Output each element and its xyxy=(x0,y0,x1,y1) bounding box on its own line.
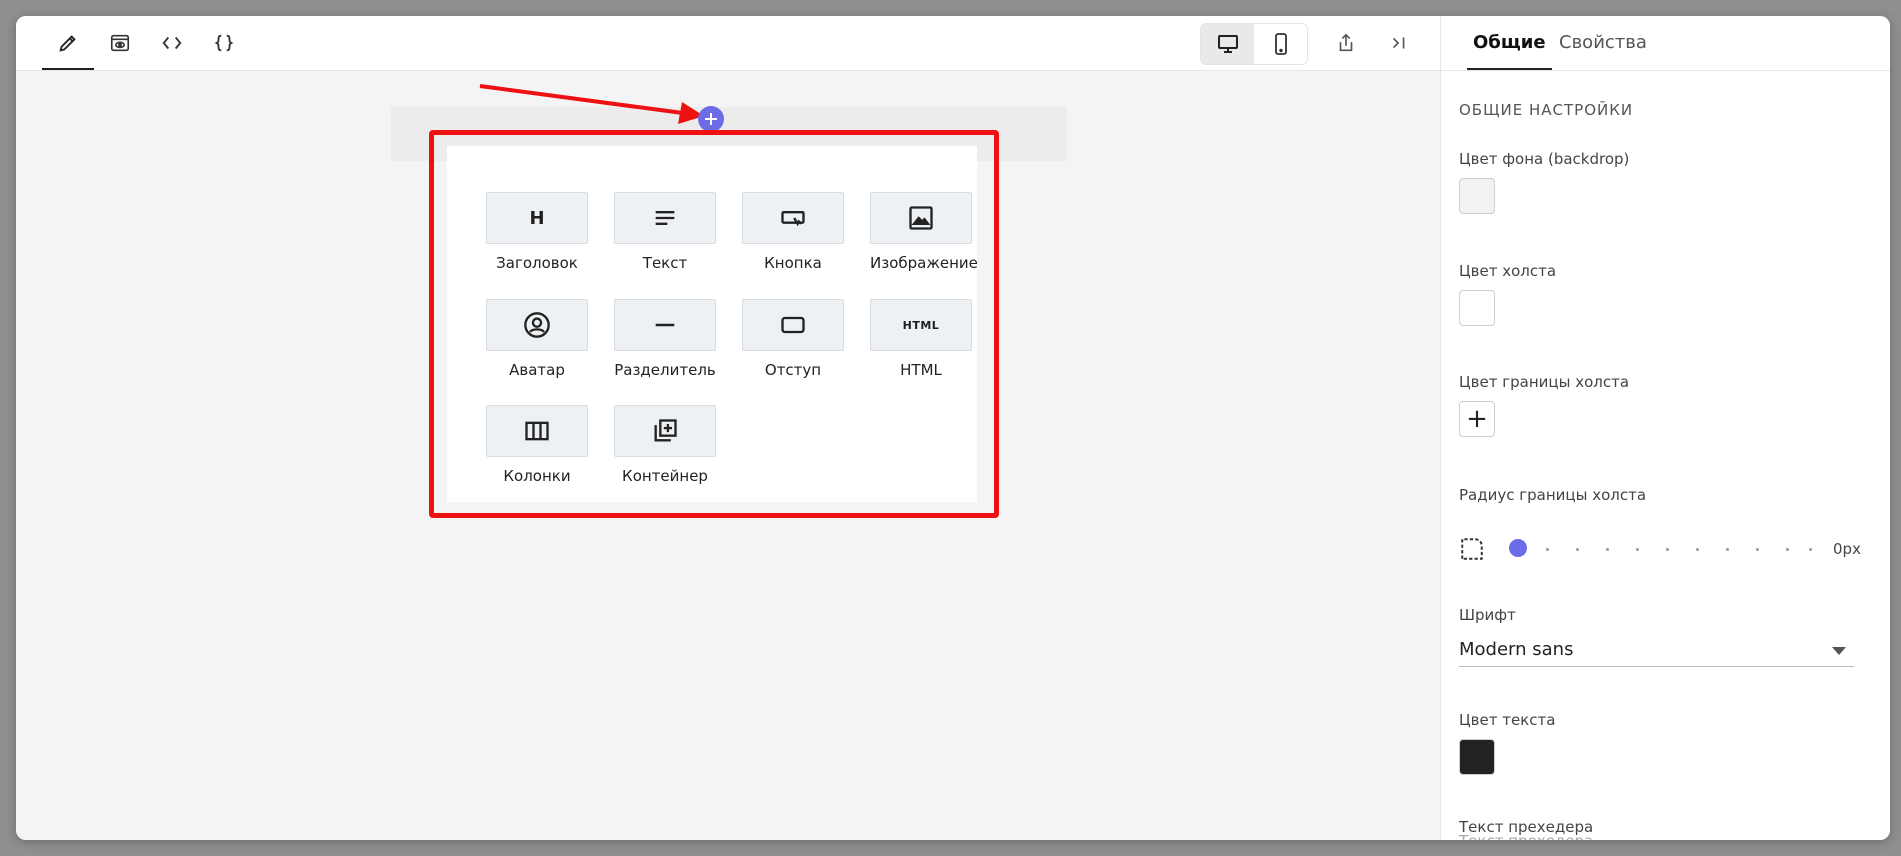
block-columns[interactable]: Колонки xyxy=(486,405,588,485)
slider-tick xyxy=(1809,548,1812,551)
block-label: HTML xyxy=(900,361,942,379)
image-icon xyxy=(909,206,933,230)
block-tile xyxy=(486,299,588,351)
section-title: ОБЩИЕ НАСТРОЙКИ xyxy=(1459,101,1634,119)
block-label: Кнопка xyxy=(764,254,822,272)
block-button[interactable]: Кнопка xyxy=(742,192,844,272)
slider-tick xyxy=(1786,548,1789,551)
block-label: Контейнер xyxy=(622,467,708,485)
block-label: Колонки xyxy=(503,467,571,485)
slider-tick xyxy=(1726,548,1729,551)
block-html[interactable]: HTML HTML xyxy=(870,299,972,379)
block-tile xyxy=(742,192,844,244)
slider-tick xyxy=(1576,548,1579,551)
sidebar-tabs: Общие Свойства xyxy=(1441,16,1890,71)
columns-icon xyxy=(525,421,549,441)
add-block-button[interactable] xyxy=(698,106,724,132)
radius-value: 0px xyxy=(1833,540,1861,558)
block-tile xyxy=(742,299,844,351)
edit-icon xyxy=(59,35,76,52)
settings-sidebar: Общие Свойства ОБЩИЕ НАСТРОЙКИ Цвет фона… xyxy=(1440,16,1890,840)
backdrop-color-label: Цвет фона (backdrop) xyxy=(1459,150,1630,168)
slider-tick xyxy=(1756,548,1759,551)
canvas-color-label: Цвет холста xyxy=(1459,262,1557,280)
text-color-swatch[interactable] xyxy=(1459,739,1495,775)
tab-properties[interactable]: Свойства xyxy=(1559,16,1647,70)
canvas-border-color-label: Цвет границы холста xyxy=(1459,373,1630,391)
collapse-panel-button[interactable] xyxy=(1373,16,1425,70)
text-icon xyxy=(655,211,675,225)
font-select-value: Modern sans xyxy=(1459,639,1574,660)
eye-icon xyxy=(110,34,130,52)
slider-tick xyxy=(1696,548,1699,551)
html-code-button[interactable] xyxy=(146,16,198,70)
radius-slider-track[interactable] xyxy=(1511,549,1811,551)
json-code-button[interactable] xyxy=(198,16,250,70)
block-text[interactable]: Текст xyxy=(614,192,716,272)
slider-tick xyxy=(1606,548,1609,551)
block-tile xyxy=(614,192,716,244)
desktop-icon xyxy=(1217,35,1238,53)
divider-icon xyxy=(655,323,675,327)
block-picker-popover: H Заголовок Текст Кнопка Изображение Ава… xyxy=(447,146,978,502)
slider-tick xyxy=(1546,548,1549,551)
block-spacer[interactable]: Отступ xyxy=(742,299,844,379)
annotation-arrow xyxy=(479,84,704,124)
share-icon xyxy=(1339,33,1353,52)
block-tile: H xyxy=(486,192,588,244)
edit-mode-button[interactable] xyxy=(42,16,94,70)
preheader-input[interactable]: Текст прехедера xyxy=(1459,832,1593,840)
tab-general[interactable]: Общие xyxy=(1467,16,1552,70)
braces-icon xyxy=(214,34,234,52)
slider-tick xyxy=(1636,548,1639,551)
block-label: Текст xyxy=(642,254,688,272)
mobile-icon xyxy=(1274,33,1287,55)
block-container[interactable]: Контейнер xyxy=(614,405,716,485)
html-icon: HTML xyxy=(902,318,940,332)
font-label: Шрифт xyxy=(1459,606,1516,624)
button-icon xyxy=(781,211,805,227)
desktop-view-button[interactable] xyxy=(1201,24,1254,64)
block-label: Заголовок xyxy=(496,254,578,272)
block-label: Аватар xyxy=(509,361,565,379)
block-tile xyxy=(486,405,588,457)
add-border-color-button[interactable]: + xyxy=(1459,401,1495,437)
block-label: Изображение xyxy=(870,254,978,272)
block-image[interactable]: Изображение xyxy=(870,192,978,272)
editor-toolbar xyxy=(16,16,1440,71)
device-switcher xyxy=(1200,23,1308,65)
block-avatar[interactable]: Аватар xyxy=(486,299,588,379)
code-icon xyxy=(162,36,182,50)
block-tile xyxy=(870,192,972,244)
canvas-color-swatch[interactable] xyxy=(1459,290,1495,326)
block-tile xyxy=(614,405,716,457)
spacer-icon xyxy=(781,316,805,334)
heading-icon: H xyxy=(529,207,545,229)
plus-icon xyxy=(705,113,717,125)
radius-slider-thumb[interactable] xyxy=(1509,539,1527,557)
font-select[interactable]: Modern sans xyxy=(1459,634,1854,667)
block-label: Отступ xyxy=(764,361,822,379)
mobile-view-button[interactable] xyxy=(1254,24,1307,64)
block-divider[interactable]: Разделитель xyxy=(614,299,716,379)
text-color-label: Цвет текста xyxy=(1459,711,1556,729)
block-tile: HTML xyxy=(870,299,972,351)
block-label: Разделитель xyxy=(614,361,716,379)
block-tile xyxy=(614,299,716,351)
container-icon xyxy=(654,419,677,442)
canvas-radius-label: Радиус границы холста xyxy=(1459,486,1647,504)
avatar-icon xyxy=(524,312,550,338)
backdrop-color-swatch[interactable] xyxy=(1459,178,1495,214)
export-button[interactable] xyxy=(1320,16,1372,70)
slider-tick xyxy=(1666,548,1669,551)
preview-mode-button[interactable] xyxy=(94,16,146,70)
plus-icon: + xyxy=(1466,404,1488,434)
corner-radius-icon xyxy=(1461,538,1483,560)
block-heading[interactable]: H Заголовок xyxy=(486,192,588,272)
chevron-down-icon xyxy=(1832,647,1846,655)
collapse-panel-icon xyxy=(1392,37,1405,49)
